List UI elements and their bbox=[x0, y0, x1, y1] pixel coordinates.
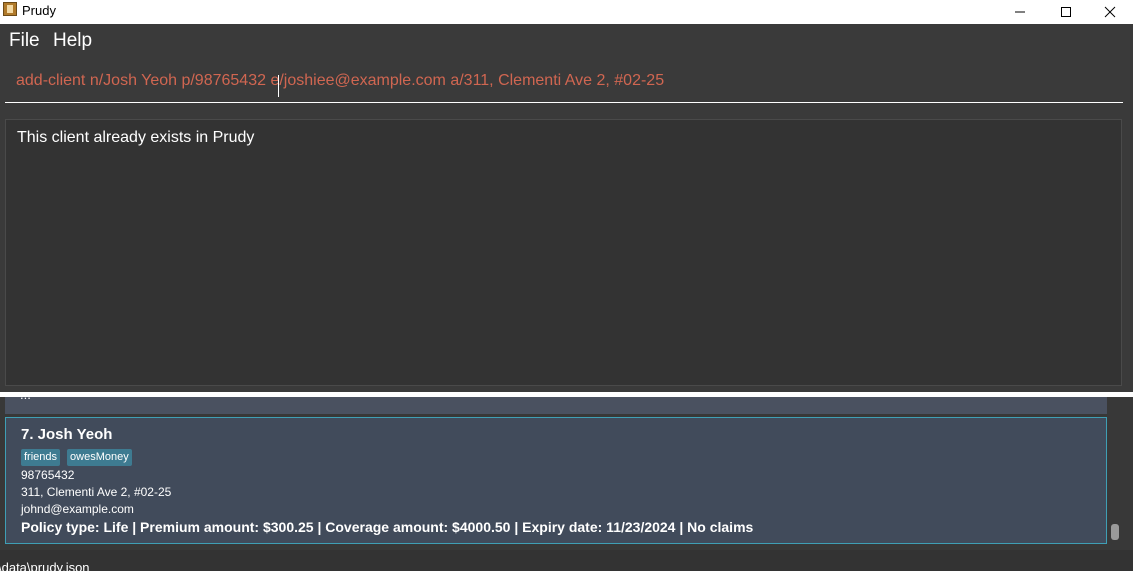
data-file-path: \data\prudy.json bbox=[0, 560, 90, 571]
command-input[interactable] bbox=[5, 59, 1123, 103]
menu-bar: File Help bbox=[0, 24, 1133, 59]
client-policy: Policy type: Life | Premium amount: $300… bbox=[21, 519, 754, 535]
tag-friends: friends bbox=[21, 449, 61, 466]
result-display[interactable]: This client already exists in Prudy bbox=[5, 119, 1122, 386]
window-title: Prudy bbox=[22, 3, 56, 18]
minimize-icon bbox=[1015, 11, 1025, 13]
command-box bbox=[0, 59, 1133, 115]
prudy-app-icon bbox=[3, 2, 17, 16]
title-bar[interactable]: Prudy bbox=[0, 0, 1133, 24]
client-card[interactable]: 7. Josh Yeoh friends owesMoney 98765432 … bbox=[5, 417, 1107, 544]
list-scrollbar-thumb[interactable] bbox=[1111, 524, 1119, 540]
maximize-icon bbox=[1061, 7, 1071, 17]
list-item[interactable]: ... bbox=[5, 397, 1107, 414]
client-address: 311, Clementi Ave 2, #02-25 bbox=[21, 485, 172, 499]
text-caret bbox=[278, 75, 279, 97]
minimize-button[interactable] bbox=[997, 0, 1043, 24]
menu-help[interactable]: Help bbox=[53, 30, 92, 52]
previous-card-fragment: ... bbox=[20, 397, 31, 402]
tag-owes-money: owesMoney bbox=[67, 449, 132, 466]
result-message: This client already exists in Prudy bbox=[17, 129, 255, 146]
close-button[interactable] bbox=[1087, 0, 1133, 24]
maximize-button[interactable] bbox=[1043, 0, 1089, 24]
client-email: johnd@example.com bbox=[21, 502, 134, 516]
close-icon bbox=[1104, 6, 1116, 18]
status-bar: \data\prudy.json bbox=[0, 550, 1133, 571]
client-list[interactable]: ... 7. Josh Yeoh friends owesMoney 98765… bbox=[0, 397, 1133, 550]
client-phone: 98765432 bbox=[21, 468, 75, 482]
client-name: 7. Josh Yeoh bbox=[21, 426, 113, 443]
menu-file[interactable]: File bbox=[9, 30, 40, 52]
client-tags: friends owesMoney bbox=[21, 449, 132, 466]
